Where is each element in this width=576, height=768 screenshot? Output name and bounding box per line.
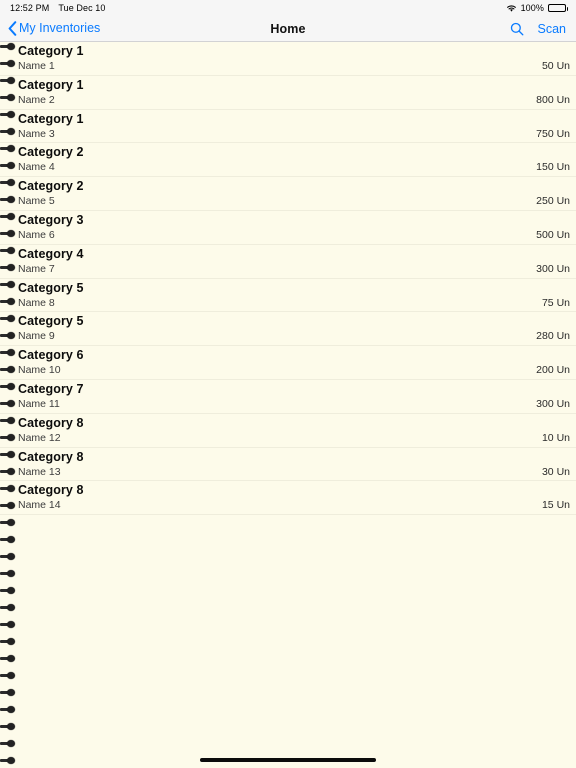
table-row[interactable]: Category 1 Name 3 750 Un [0, 110, 576, 144]
spiral-binding-ring-icon [0, 638, 18, 645]
spiral-binding-ring-icon [0, 570, 18, 577]
inventory-list: Category 1 Name 1 50 Un Category 1 Name 2 800… [0, 42, 576, 516]
row-name-label: Name 11 [18, 397, 60, 410]
row-quantity-label: 30 Un [541, 465, 570, 478]
row-quantity-label: 15 Un [541, 499, 570, 512]
table-row[interactable]: Category 4 Name 7 300 Un [0, 245, 576, 279]
table-row[interactable]: Category 1 Name 2 800 Un [0, 76, 576, 110]
table-row[interactable]: Category 8 Name 14 15 Un [0, 481, 576, 516]
table-row[interactable]: Category 7 Name 11 300 Un [0, 380, 576, 414]
row-name-label: Name 6 [18, 228, 55, 241]
row-category-label: Category 5 [18, 280, 84, 295]
row-name-label: Name 2 [18, 93, 55, 106]
row-category-label: Category 7 [18, 381, 84, 396]
notebook-page: Category 1 Name 1 50 Un Category 1 Name 2 800… [0, 42, 576, 768]
table-row[interactable]: Category 5 Name 9 280 Un [0, 312, 576, 347]
row-quantity-label: 10 Un [541, 431, 570, 444]
spiral-binding-ring-icon [0, 604, 18, 611]
wifi-icon [506, 4, 517, 13]
row-name-label: Name 4 [18, 161, 55, 174]
row-category-label: Category 1 [18, 77, 84, 92]
row-quantity-label: 200 Un [536, 364, 570, 377]
row-quantity-label: 300 Un [536, 397, 570, 410]
row-name-label: Name 10 [18, 364, 61, 377]
table-row[interactable]: Category 5 Name 8 75 Un [0, 279, 576, 313]
spiral-binding-ring-icon [0, 740, 18, 747]
row-category-label: Category 1 [18, 44, 84, 58]
spiral-binding-ring-icon [0, 655, 18, 662]
row-category-label: Category 8 [18, 483, 84, 498]
status-time: 12:52 PM [10, 3, 50, 13]
spiral-binding-ring-icon [0, 553, 18, 560]
table-row[interactable]: Category 6 Name 10 200 Un [0, 346, 576, 380]
battery-percent-label: 100% [520, 3, 544, 13]
page-title: Home [270, 21, 306, 36]
navigation-bar: My Inventories Home Scan [0, 16, 576, 42]
row-quantity-label: 280 Un [536, 330, 570, 343]
row-quantity-label: 150 Un [536, 161, 570, 174]
scan-button[interactable]: Scan [538, 22, 567, 36]
row-category-label: Category 3 [18, 212, 84, 227]
spiral-binding-ring-icon [0, 672, 18, 679]
spiral-binding-ring-icon [0, 587, 18, 594]
row-category-label: Category 2 [18, 145, 84, 160]
table-row[interactable]: Category 2 Name 4 150 Un [0, 143, 576, 178]
status-bar-left: 12:52 PM Tue Dec 10 [10, 0, 106, 16]
table-row[interactable]: Category 8 Name 12 10 Un [0, 414, 576, 448]
row-category-label: Category 1 [18, 111, 84, 126]
row-name-label: Name 14 [18, 499, 61, 512]
row-quantity-label: 50 Un [541, 60, 570, 72]
row-name-label: Name 7 [18, 262, 55, 275]
row-quantity-label: 75 Un [541, 296, 570, 309]
spiral-binding-ring-icon [0, 519, 18, 526]
spiral-binding-ring-icon [0, 706, 18, 713]
table-row[interactable]: Category 3 Name 6 500 Un [0, 211, 576, 245]
spiral-binding-ring-icon [0, 621, 18, 628]
row-name-label: Name 9 [18, 330, 55, 343]
table-row[interactable]: Category 2 Name 5 250 Un [0, 177, 576, 211]
row-name-label: Name 5 [18, 195, 55, 208]
row-quantity-label: 500 Un [536, 228, 570, 241]
row-quantity-label: 250 Un [536, 195, 570, 208]
row-name-label: Name 8 [18, 296, 55, 309]
row-category-label: Category 8 [18, 449, 84, 464]
spiral-binding-ring-icon [0, 757, 18, 764]
app-root: 12:52 PM Tue Dec 10 100% My Inventories … [0, 0, 576, 768]
row-name-label: Name 1 [18, 60, 55, 72]
status-bar-right: 100% [506, 0, 568, 16]
battery-full-icon [548, 4, 568, 12]
row-category-label: Category 6 [18, 348, 84, 363]
navigation-bar-actions: Scan [510, 22, 567, 36]
row-category-label: Category 5 [18, 314, 84, 329]
row-quantity-label: 300 Un [536, 262, 570, 275]
row-category-label: Category 2 [18, 179, 84, 194]
table-row[interactable]: Category 1 Name 1 50 Un [0, 42, 576, 76]
row-name-label: Name 12 [18, 431, 61, 444]
row-name-label: Name 13 [18, 465, 61, 478]
spiral-binding-ring-icon [0, 536, 18, 543]
row-category-label: Category 8 [18, 415, 84, 430]
status-bar: 12:52 PM Tue Dec 10 100% [0, 0, 576, 16]
status-date: Tue Dec 10 [58, 3, 106, 13]
row-name-label: Name 3 [18, 127, 55, 140]
spiral-binding-ring-icon [0, 689, 18, 696]
table-row[interactable]: Category 8 Name 13 30 Un [0, 448, 576, 482]
home-indicator-bar [200, 758, 376, 762]
spiral-binding-ring-icon [0, 723, 18, 730]
row-category-label: Category 4 [18, 246, 84, 261]
row-quantity-label: 800 Un [536, 93, 570, 106]
row-quantity-label: 750 Un [536, 127, 570, 140]
search-icon[interactable] [510, 22, 524, 36]
